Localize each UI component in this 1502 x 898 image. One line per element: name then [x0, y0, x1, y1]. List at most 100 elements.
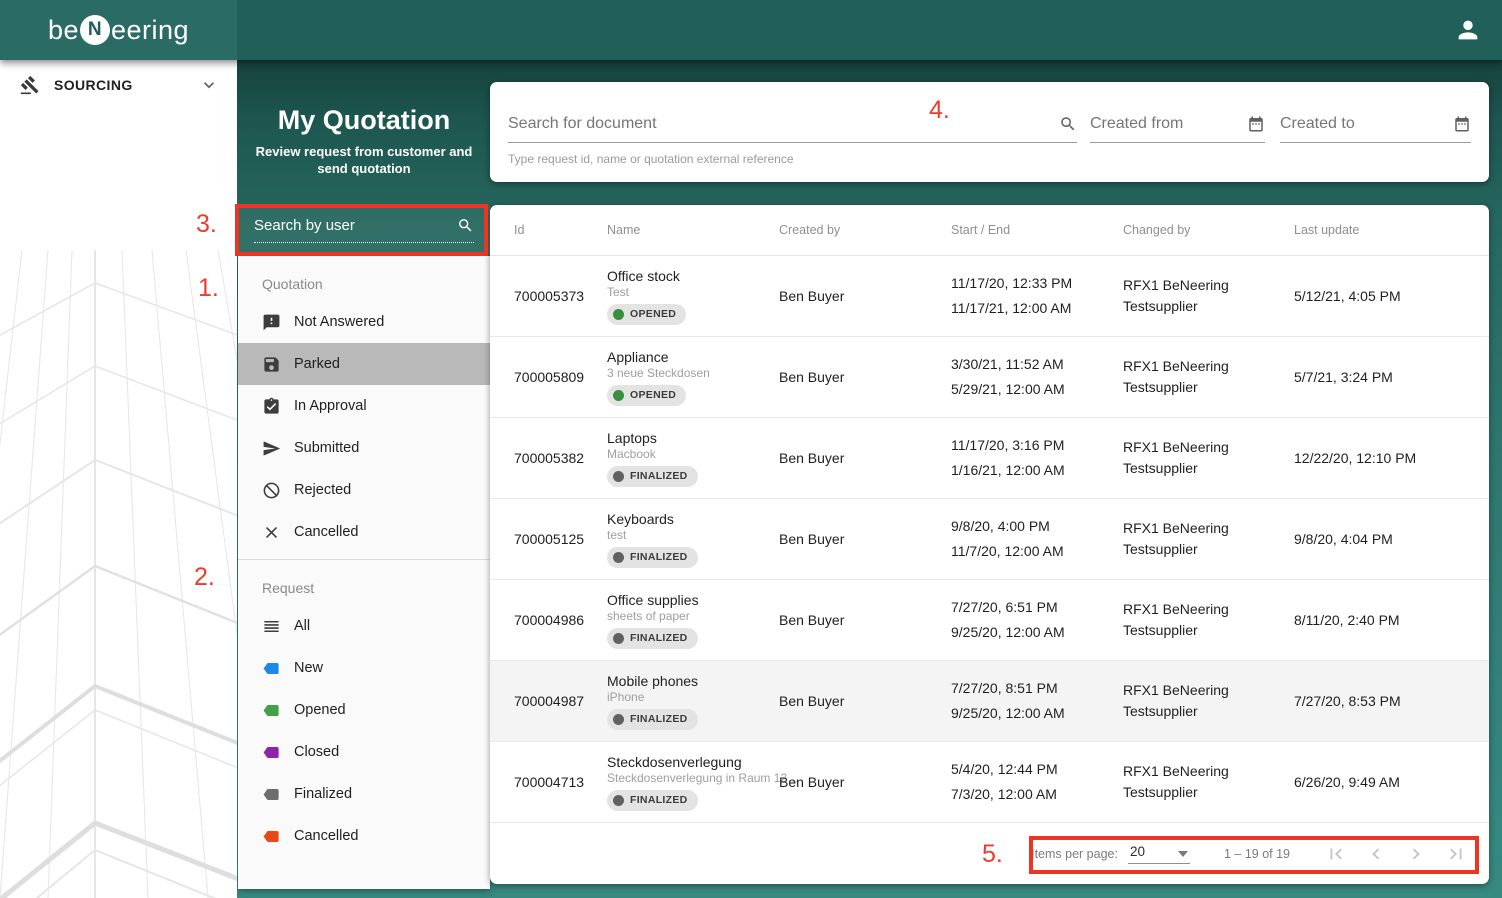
- row-description: iPhone: [607, 690, 644, 704]
- sidebar-menu-item[interactable]: Opened: [238, 689, 490, 731]
- gavel-icon: [20, 75, 40, 95]
- sidebar-menu-item[interactable]: Rejected: [238, 469, 490, 511]
- column-header-name: Name: [607, 223, 779, 237]
- status-dot-icon: [613, 552, 624, 563]
- search-by-user-placeholder: Search by user: [254, 217, 457, 234]
- beneering-logo: be N eering: [48, 15, 189, 46]
- label-icon: [262, 743, 281, 762]
- row-description: test: [607, 528, 626, 542]
- previous-page-button[interactable]: [1356, 834, 1396, 874]
- row-name: Appliance: [607, 349, 669, 365]
- status-label: FINALIZED: [630, 470, 688, 482]
- table-row[interactable]: 700004713 Steckdosenverlegung Steckdosen…: [490, 742, 1489, 823]
- row-name-cell: Office supplies sheets of paper FINALIZE…: [607, 592, 779, 649]
- sidebar-menu-item[interactable]: New: [238, 647, 490, 689]
- sidebar-menu-item[interactable]: Submitted: [238, 427, 490, 469]
- row-id: 700005125: [514, 531, 607, 547]
- row-description: Steckdosenverlegung in Raum 12…: [607, 771, 799, 785]
- table-row[interactable]: 700005125 Keyboards test FINALIZED Ben B…: [490, 499, 1489, 580]
- status-badge: FINALIZED: [607, 790, 698, 811]
- sidebar-menu-item[interactable]: All: [238, 605, 490, 647]
- row-created-by: Ben Buyer: [779, 693, 951, 709]
- row-changed-by: RFX1 BeNeering Testsupplier: [1123, 761, 1248, 803]
- account-icon[interactable]: [1454, 16, 1482, 44]
- row-name-cell: Keyboards test FINALIZED: [607, 511, 779, 568]
- table-row[interactable]: 700005373 Office stock Test OPENED Ben B…: [490, 256, 1489, 337]
- sidebar-menu-item[interactable]: Finalized: [238, 773, 490, 815]
- sidebar-menu-item[interactable]: Not Answered: [238, 301, 490, 343]
- status-badge: FINALIZED: [607, 547, 698, 568]
- row-last-update: 9/8/20, 4:04 PM: [1294, 531, 1489, 547]
- row-changed-by: RFX1 BeNeering Testsupplier: [1123, 437, 1248, 479]
- sidebar-menu-item-label: New: [294, 660, 323, 676]
- created-from-placeholder: Created from: [1090, 115, 1247, 133]
- items-per-page-select[interactable]: 20: [1128, 844, 1190, 864]
- row-start-date: 5/4/20, 12:44 PM: [951, 757, 1123, 782]
- save-icon: [262, 355, 281, 374]
- calendar-icon[interactable]: [1453, 115, 1471, 133]
- status-badge: OPENED: [607, 304, 686, 325]
- row-id: 700004713: [514, 774, 607, 790]
- sidebar-menu-item-label: In Approval: [294, 398, 367, 414]
- row-last-update: 5/12/21, 4:05 PM: [1294, 288, 1489, 304]
- next-page-button[interactable]: [1396, 834, 1436, 874]
- search-icon[interactable]: [1059, 115, 1077, 133]
- table-row[interactable]: 700004987 Mobile phones iPhone FINALIZED…: [490, 661, 1489, 742]
- search-icon[interactable]: [457, 217, 474, 234]
- column-header-changed-by: Changed by: [1123, 223, 1294, 237]
- label-icon: [262, 701, 281, 720]
- sidebar-menu-item[interactable]: In Approval: [238, 385, 490, 427]
- row-start-end: 3/30/21, 11:52 AM 5/29/21, 12:00 AM: [951, 352, 1123, 402]
- row-name-cell: Appliance 3 neue Steckdosen OPENED: [607, 349, 779, 406]
- row-description: Macbook: [607, 447, 656, 461]
- calendar-icon[interactable]: [1247, 115, 1265, 133]
- row-last-update: 8/11/20, 2:40 PM: [1294, 612, 1489, 628]
- first-page-button[interactable]: [1316, 834, 1356, 874]
- row-created-by: Ben Buyer: [779, 531, 951, 547]
- row-end-date: 9/25/20, 12:00 AM: [951, 701, 1123, 726]
- row-last-update: 12/22/20, 12:10 PM: [1294, 450, 1489, 466]
- search-by-user-field[interactable]: Search by user: [238, 205, 490, 256]
- sidebar-menu-item[interactable]: Cancelled: [238, 815, 490, 857]
- row-created-by: Ben Buyer: [779, 369, 951, 385]
- sidebar-menu-item-label: Not Answered: [294, 314, 384, 330]
- row-last-update: 6/26/20, 9:49 AM: [1294, 774, 1489, 790]
- table-row[interactable]: 700005809 Appliance 3 neue Steckdosen OP…: [490, 337, 1489, 418]
- row-last-update: 7/27/20, 8:53 PM: [1294, 693, 1489, 709]
- created-from-input[interactable]: Created from: [1090, 82, 1265, 143]
- label-icon: [262, 827, 281, 846]
- column-header-created-by: Created by: [779, 223, 951, 237]
- main-content-area: My Quotation Review request from custome…: [237, 60, 1502, 898]
- items-per-page-value: 20: [1130, 844, 1145, 859]
- annotation-number-4: 4.: [929, 96, 950, 125]
- row-start-date: 9/8/20, 4:00 PM: [951, 514, 1123, 539]
- row-id: 700004986: [514, 612, 607, 628]
- row-created-by: Ben Buyer: [779, 288, 951, 304]
- status-badge: OPENED: [607, 385, 686, 406]
- status-dot-icon: [613, 309, 624, 320]
- sidebar-menu-item[interactable]: Cancelled: [238, 511, 490, 553]
- search-document-input[interactable]: Search for document: [508, 82, 1077, 143]
- row-name: Laptops: [607, 430, 657, 446]
- label-icon: [262, 785, 281, 804]
- filter-menu-panel: Quotation Not Answered Parked In Approva…: [238, 256, 490, 889]
- logo-n-icon: N: [80, 15, 110, 45]
- table-row[interactable]: 700005382 Laptops Macbook FINALIZED Ben …: [490, 418, 1489, 499]
- sidebar-menu-item-label: Finalized: [294, 786, 352, 802]
- row-name-cell: Steckdosenverlegung Steckdosenverlegung …: [607, 754, 779, 811]
- sidebar-menu-item-label: Opened: [294, 702, 346, 718]
- row-start-date: 11/17/20, 3:16 PM: [951, 433, 1123, 458]
- row-id: 700005382: [514, 450, 607, 466]
- nav-item-sourcing[interactable]: SOURCING: [0, 60, 237, 110]
- last-page-button[interactable]: [1436, 834, 1476, 874]
- created-to-input[interactable]: Created to: [1280, 82, 1471, 143]
- row-changed-by: RFX1 BeNeering Testsupplier: [1123, 599, 1248, 641]
- row-name: Office supplies: [607, 592, 699, 608]
- close-icon: [262, 523, 281, 542]
- row-name: Steckdosenverlegung: [607, 754, 742, 770]
- row-last-update: 5/7/21, 3:24 PM: [1294, 369, 1489, 385]
- table-row[interactable]: 700004986 Office supplies sheets of pape…: [490, 580, 1489, 661]
- sidebar-menu-item[interactable]: Closed: [238, 731, 490, 773]
- status-dot-icon: [613, 633, 624, 644]
- sidebar-menu-item[interactable]: Parked: [238, 343, 490, 385]
